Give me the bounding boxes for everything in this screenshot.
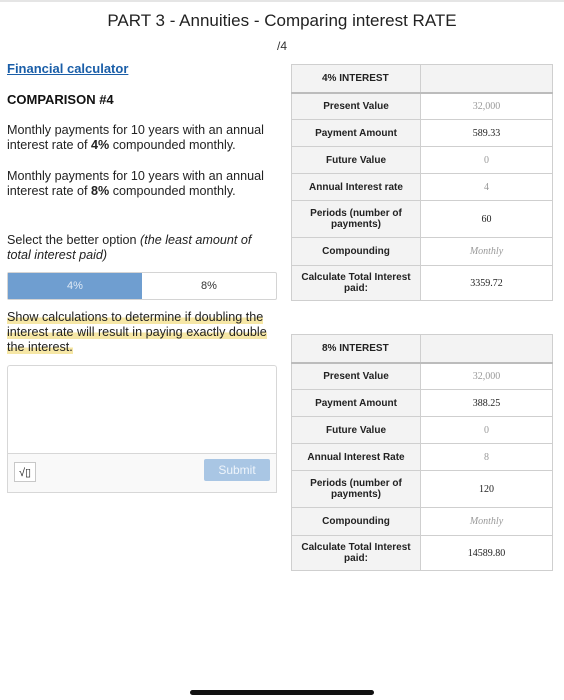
row-label: Annual Interest rate — [291, 173, 421, 201]
row-label: Compounding — [291, 507, 421, 536]
interest-rate-cell[interactable]: 4 — [420, 173, 553, 201]
row-label: Calculate Total Interest paid: — [291, 265, 421, 301]
page-title: PART 3 - Annuities - Comparing interest … — [107, 11, 457, 30]
financial-calculator-link[interactable]: Financial calculator — [7, 61, 128, 76]
payment-amount-cell[interactable]: 589.33 — [420, 119, 553, 147]
sqrt-icon[interactable]: √▯ — [14, 462, 36, 482]
row-label: Present Value — [291, 362, 421, 390]
row-label: Annual Interest Rate — [291, 443, 421, 471]
future-value-cell[interactable]: 0 — [420, 416, 553, 444]
rate-option-toggle: 4% 8% — [7, 272, 277, 300]
row-label: Periods (number of payments) — [291, 470, 421, 508]
row-label: Future Value — [291, 416, 421, 444]
answer-textarea[interactable] — [7, 365, 277, 454]
future-value-cell[interactable]: 0 — [420, 146, 553, 174]
payment-amount-cell[interactable]: 388.25 — [420, 389, 553, 417]
answer-toolbar: √▯ Submit — [7, 453, 277, 493]
submit-button[interactable]: Submit — [204, 459, 270, 481]
table-8-percent: 8% INTEREST Present Value 32,000 Payment… — [291, 334, 553, 571]
row-label: Payment Amount — [291, 389, 421, 417]
periods-cell[interactable]: 120 — [420, 470, 553, 508]
calculation-instruction: Show calculations to determine if doubli… — [7, 310, 267, 354]
select-instruction: Select the better option (the least amou… — [7, 233, 252, 262]
row-label: Payment Amount — [291, 119, 421, 147]
comparison-heading: COMPARISON #4 — [7, 92, 114, 107]
present-value-cell[interactable]: 32,000 — [420, 362, 553, 390]
row-label: Future Value — [291, 146, 421, 174]
score-label: /4 — [276, 39, 287, 53]
home-indicator — [190, 690, 374, 695]
total-interest-cell: 3359.72 — [420, 265, 553, 301]
interest-rate-cell[interactable]: 8 — [420, 443, 553, 471]
option-4-percent[interactable]: 4% — [8, 273, 142, 299]
option-8-percent[interactable]: 8% — [142, 273, 276, 299]
total-interest-cell: 14589.80 — [420, 535, 553, 571]
table-8-header: 8% INTEREST — [291, 334, 421, 364]
row-label: Present Value — [291, 92, 421, 120]
compounding-cell[interactable]: Monthly — [420, 507, 553, 536]
top-divider — [0, 0, 564, 2]
table-4-percent: 4% INTEREST Present Value 32,000 Payment… — [291, 64, 553, 301]
periods-cell[interactable]: 60 — [420, 200, 553, 238]
compounding-cell[interactable]: Monthly — [420, 237, 553, 266]
row-label: Calculate Total Interest paid: — [291, 535, 421, 571]
row-label: Periods (number of payments) — [291, 200, 421, 238]
present-value-cell[interactable]: 32,000 — [420, 92, 553, 120]
scenario-1-text: Monthly payments for 10 years with an an… — [7, 123, 264, 152]
row-label: Compounding — [291, 237, 421, 266]
scenario-2-text: Monthly payments for 10 years with an an… — [7, 169, 264, 198]
table-4-header: 4% INTEREST — [291, 64, 421, 94]
